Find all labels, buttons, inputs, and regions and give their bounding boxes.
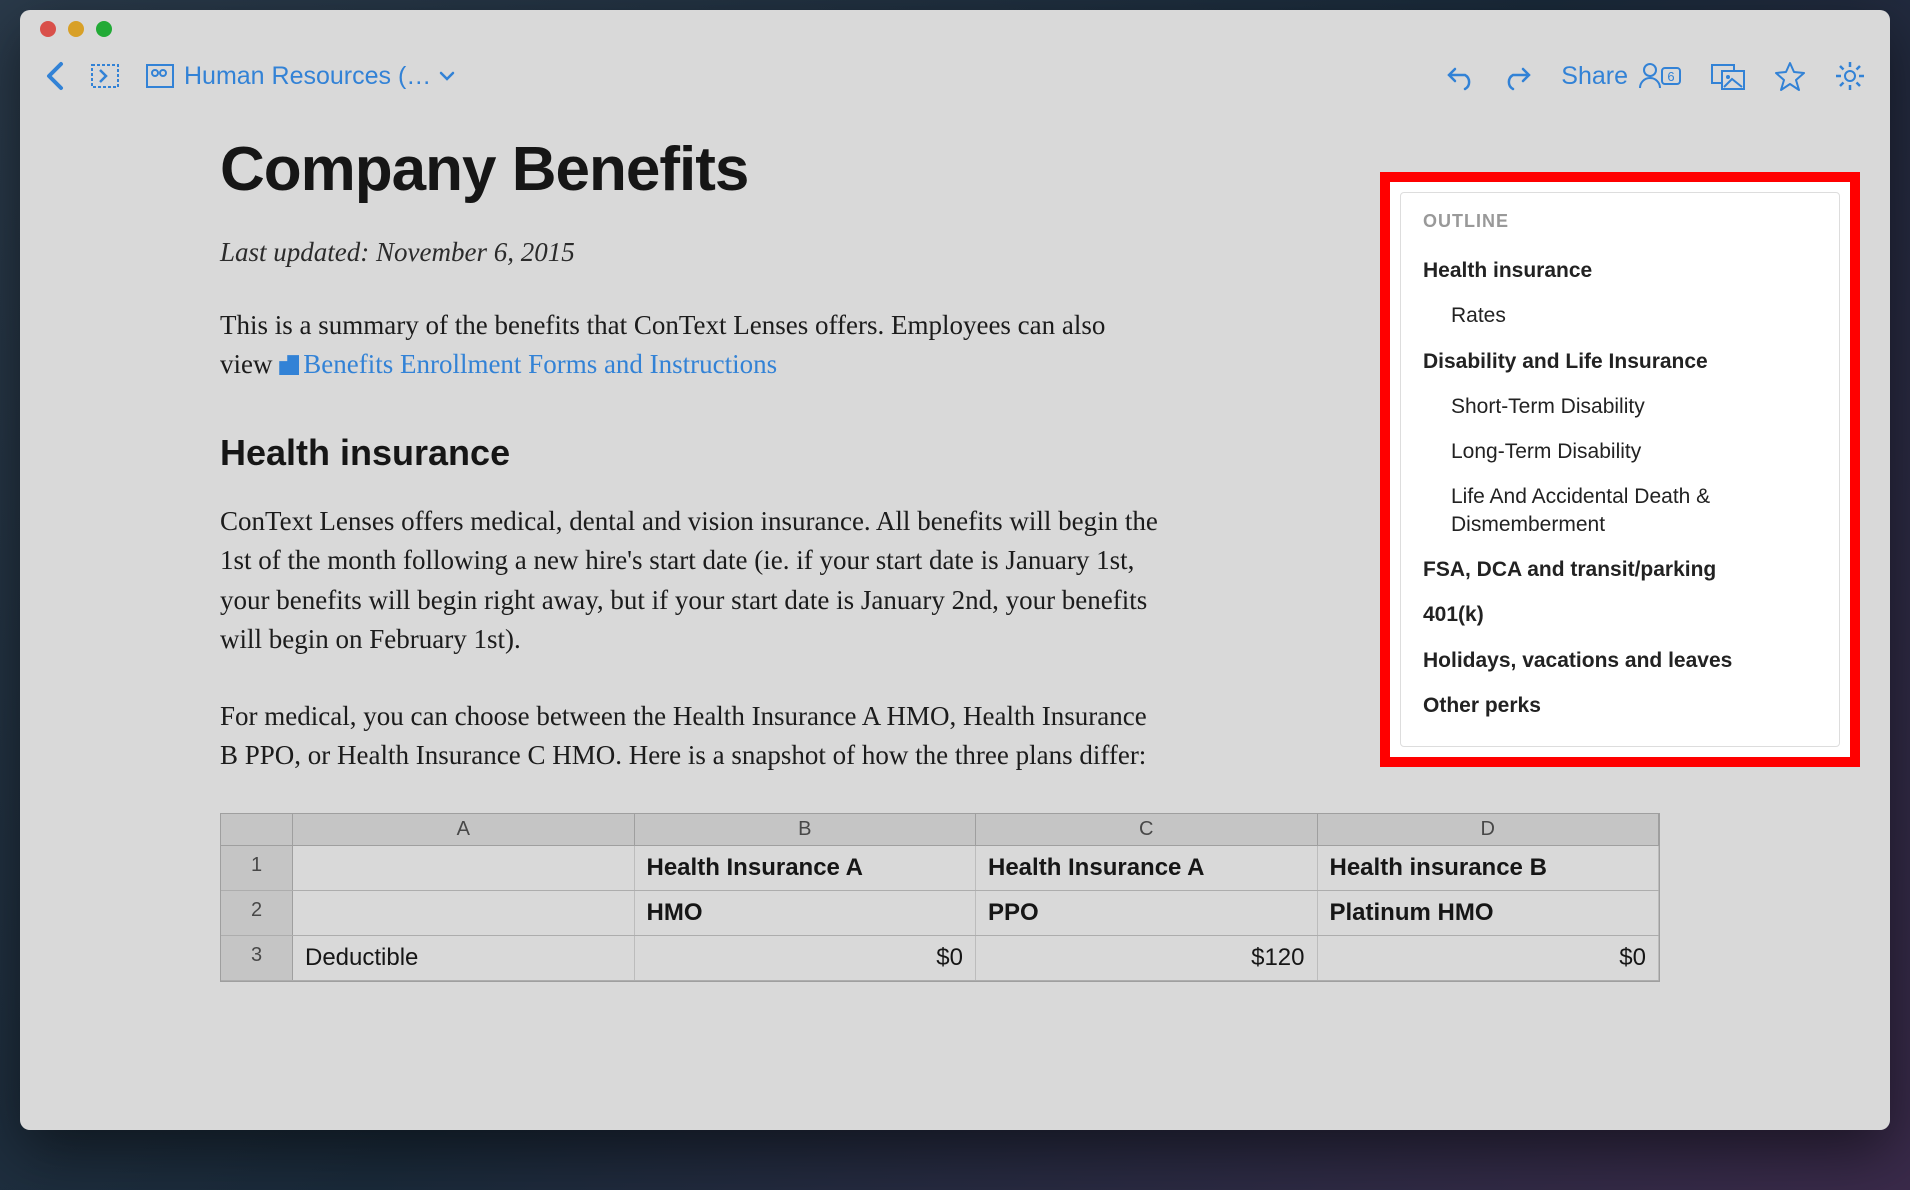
cell[interactable]: $0 — [635, 936, 977, 980]
outline-item[interactable]: Other perks — [1423, 683, 1817, 728]
corner-cell — [221, 814, 293, 845]
sidebar-icon — [90, 61, 120, 91]
table-row: 1 Health Insurance A Health Insurance A … — [221, 846, 1659, 891]
col-header[interactable]: D — [1318, 814, 1660, 845]
app-window: Human Resources (… Share 6 — [20, 10, 1890, 1130]
document-content: Company Benefits Last updated: November … — [20, 104, 1890, 982]
chevron-down-icon — [439, 70, 455, 82]
row-number[interactable]: 1 — [221, 846, 293, 890]
row-number[interactable]: 2 — [221, 891, 293, 935]
row-number[interactable]: 3 — [221, 936, 293, 980]
redo-icon — [1503, 61, 1533, 91]
titlebar — [20, 10, 1890, 48]
outline-highlight-box: OUTLINE Health insuranceRatesDisability … — [1380, 172, 1860, 767]
link-text: Benefits Enrollment Forms and Instructio… — [303, 349, 777, 379]
undo-button[interactable] — [1445, 61, 1475, 91]
back-button[interactable] — [44, 61, 66, 91]
body-paragraph-2: For medical, you can choose between the … — [220, 697, 1160, 775]
col-header[interactable]: A — [293, 814, 635, 845]
body-paragraph-1: ConText Lenses offers medical, dental an… — [220, 502, 1160, 659]
table-row: 2 HMO PPO Platinum HMO — [221, 891, 1659, 936]
maximize-window-button[interactable] — [96, 21, 112, 37]
cell[interactable]: Health Insurance A — [976, 846, 1318, 890]
chevron-left-icon — [44, 61, 66, 91]
close-window-button[interactable] — [40, 21, 56, 37]
outline-item[interactable]: 401(k) — [1423, 592, 1817, 637]
benefits-link[interactable]: Benefits Enrollment Forms and Instructio… — [279, 349, 777, 379]
cell[interactable]: Health insurance B — [1318, 846, 1660, 890]
breadcrumb-label: Human Resources (… — [184, 62, 431, 91]
share-label: Share — [1561, 62, 1628, 91]
intro-paragraph: This is a summary of the benefits that C… — [220, 306, 1160, 384]
cell[interactable]: HMO — [635, 891, 977, 935]
col-header[interactable]: B — [635, 814, 977, 845]
outline-item[interactable]: Short-Term Disability — [1423, 384, 1817, 429]
people-icon: 6 — [1638, 60, 1682, 92]
column-header-row: A B C D — [221, 814, 1659, 846]
breadcrumb[interactable]: Human Resources (… — [144, 60, 455, 92]
redo-button[interactable] — [1503, 61, 1533, 91]
outline-item[interactable]: Disability and Life Insurance — [1423, 339, 1817, 384]
cell[interactable]: Deductible — [293, 936, 635, 980]
outline-item[interactable]: Health insurance — [1423, 248, 1817, 293]
image-icon — [1710, 61, 1746, 91]
cell[interactable] — [293, 846, 635, 890]
favorite-button[interactable] — [1774, 60, 1806, 92]
folder-icon — [144, 60, 176, 92]
table-row: 3 Deductible $0 $120 $0 — [221, 936, 1659, 981]
outline-item[interactable]: FSA, DCA and transit/parking — [1423, 547, 1817, 592]
col-header[interactable]: C — [976, 814, 1318, 845]
cell[interactable]: $0 — [1318, 936, 1660, 980]
gear-icon — [1834, 60, 1866, 92]
sidebar-toggle-button[interactable] — [90, 61, 120, 91]
star-icon — [1774, 60, 1806, 92]
document-icon — [279, 355, 299, 375]
insert-image-button[interactable] — [1710, 61, 1746, 91]
outline-item[interactable]: Holidays, vacations and leaves — [1423, 638, 1817, 683]
cell[interactable]: $120 — [976, 936, 1318, 980]
outline-item[interactable]: Long-Term Disability — [1423, 429, 1817, 474]
spreadsheet[interactable]: A B C D 1 Health Insurance A Health Insu… — [220, 813, 1660, 982]
outline-item[interactable]: Life And Accidental Death & Dismembermen… — [1423, 474, 1817, 547]
cell[interactable] — [293, 891, 635, 935]
outline-title: OUTLINE — [1423, 211, 1817, 232]
undo-icon — [1445, 61, 1475, 91]
minimize-window-button[interactable] — [68, 21, 84, 37]
outline-item[interactable]: Rates — [1423, 293, 1817, 338]
outline-panel: OUTLINE Health insuranceRatesDisability … — [1400, 192, 1840, 747]
toolbar: Human Resources (… Share 6 — [20, 48, 1890, 104]
share-count: 6 — [1667, 69, 1674, 84]
settings-button[interactable] — [1834, 60, 1866, 92]
cell[interactable]: Health Insurance A — [635, 846, 977, 890]
cell[interactable]: Platinum HMO — [1318, 891, 1660, 935]
cell[interactable]: PPO — [976, 891, 1318, 935]
share-button[interactable]: Share 6 — [1561, 60, 1682, 92]
